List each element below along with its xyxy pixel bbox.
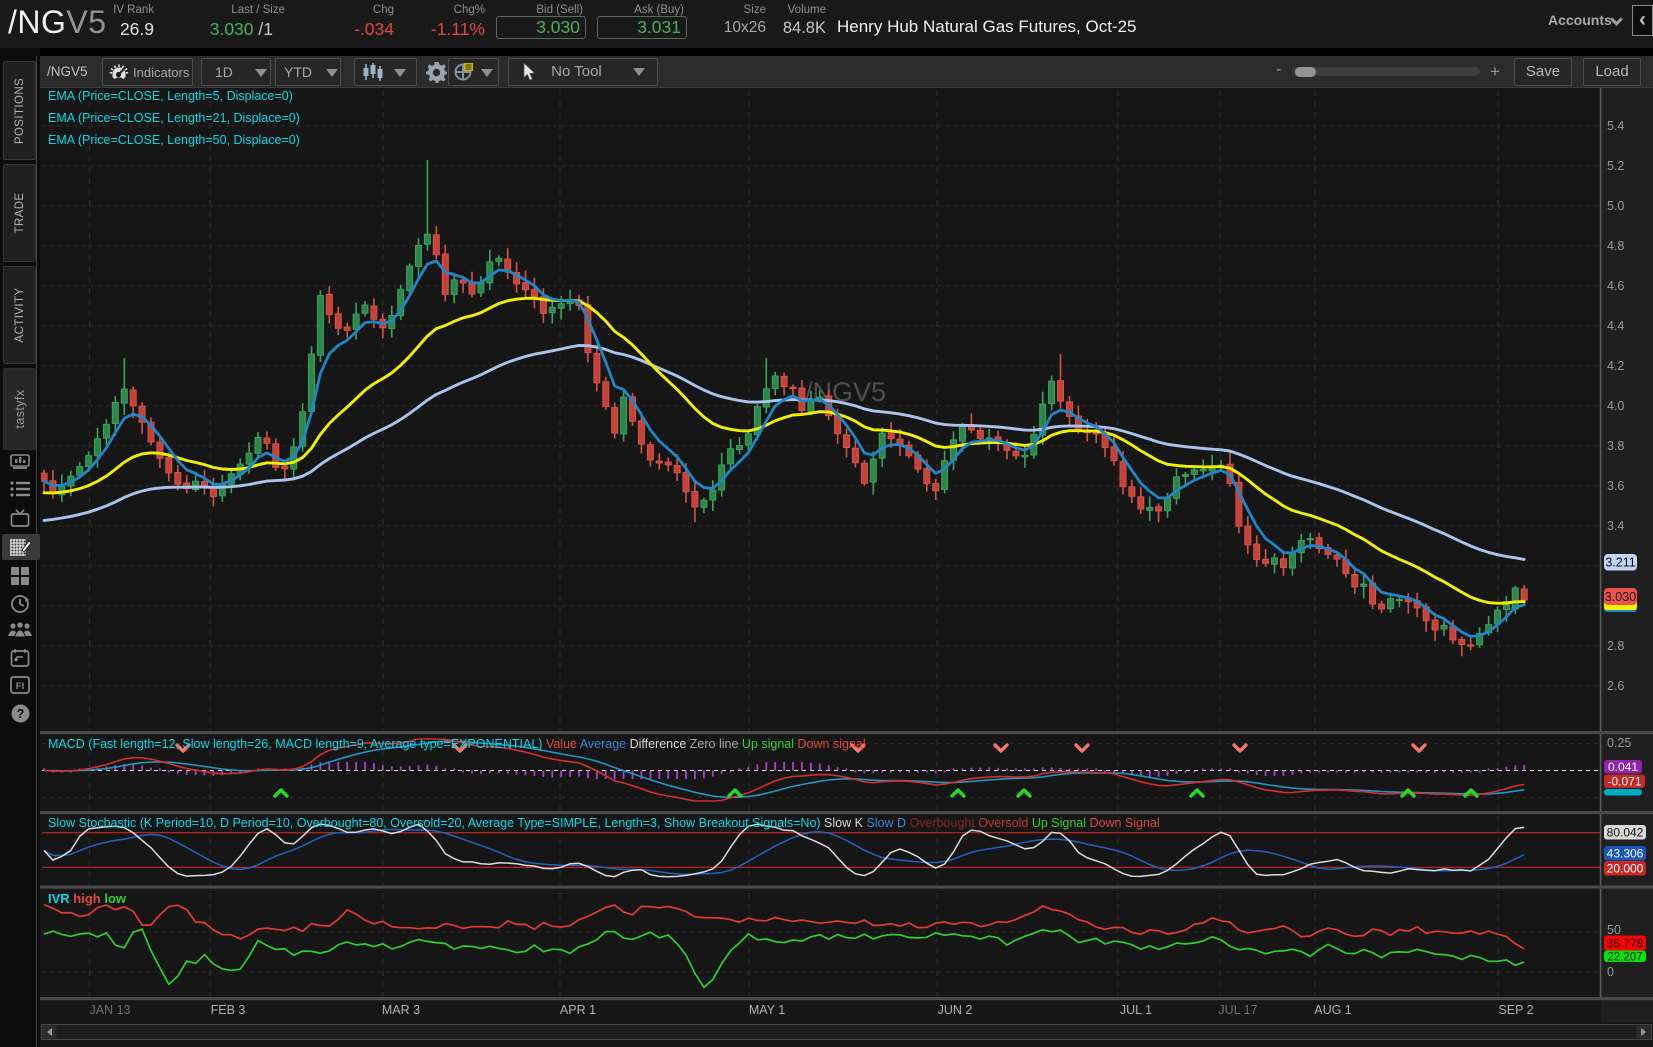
svg-text:Slow Stochastic (K Period=10,: Slow Stochastic (K Period=10, D Period=1… bbox=[48, 816, 1160, 830]
svg-text:20.000: 20.000 bbox=[1607, 862, 1644, 876]
svg-text:3.211: 3.211 bbox=[1605, 556, 1635, 570]
svg-text:MACD (Fast length=12, Slow len: MACD (Fast length=12, Slow length=26, MA… bbox=[48, 737, 866, 751]
svg-text:0.25: 0.25 bbox=[1607, 736, 1631, 750]
svg-text:3.030: 3.030 bbox=[1605, 590, 1636, 604]
svg-text:0.041: 0.041 bbox=[1608, 760, 1638, 774]
svg-text:50: 50 bbox=[1607, 923, 1621, 937]
svg-text:4.8: 4.8 bbox=[1607, 239, 1624, 253]
svg-text:MAR 3: MAR 3 bbox=[382, 1003, 420, 1017]
svg-text:AUG 1: AUG 1 bbox=[1314, 1003, 1352, 1017]
svg-text:22.207: 22.207 bbox=[1607, 952, 1642, 964]
svg-text:JUL 1: JUL 1 bbox=[1120, 1003, 1152, 1017]
svg-text:5.2: 5.2 bbox=[1607, 159, 1624, 173]
svg-text:4.6: 4.6 bbox=[1607, 279, 1624, 293]
svg-text:EMA (Price=CLOSE, Length=5, Di: EMA (Price=CLOSE, Length=5, Displace=0) bbox=[48, 89, 293, 103]
svg-text:FEB 3: FEB 3 bbox=[211, 1003, 246, 1017]
svg-text:43.306: 43.306 bbox=[1607, 847, 1644, 861]
svg-text:2.6: 2.6 bbox=[1607, 679, 1624, 693]
svg-text:APR 1: APR 1 bbox=[560, 1003, 596, 1017]
svg-text:5.0: 5.0 bbox=[1607, 199, 1624, 213]
svg-text:SEP 2: SEP 2 bbox=[1498, 1003, 1533, 1017]
svg-text:35.778: 35.778 bbox=[1607, 936, 1644, 950]
svg-text:4.0: 4.0 bbox=[1607, 399, 1624, 413]
svg-text:5.4: 5.4 bbox=[1607, 119, 1624, 133]
svg-text:JUN 2: JUN 2 bbox=[938, 1003, 973, 1017]
svg-text:EMA (Price=CLOSE, Length=21, D: EMA (Price=CLOSE, Length=21, Displace=0) bbox=[48, 111, 300, 125]
svg-text:EMA (Price=CLOSE, Length=50, D: EMA (Price=CLOSE, Length=50, Displace=0) bbox=[48, 133, 300, 147]
svg-text:JUL 17: JUL 17 bbox=[1218, 1003, 1257, 1017]
svg-text:80.042: 80.042 bbox=[1607, 826, 1644, 840]
svg-text:3.8: 3.8 bbox=[1607, 439, 1624, 453]
svg-text:JAN 13: JAN 13 bbox=[90, 1003, 131, 1017]
svg-text:-0.071: -0.071 bbox=[1607, 775, 1641, 789]
svg-text:4.4: 4.4 bbox=[1607, 319, 1624, 333]
svg-text:MAY 1: MAY 1 bbox=[749, 1003, 785, 1017]
svg-text:3.6: 3.6 bbox=[1607, 479, 1624, 493]
svg-text:4.2: 4.2 bbox=[1607, 359, 1624, 373]
svg-text:IVR high low: IVR high low bbox=[48, 891, 127, 906]
svg-text:2.8: 2.8 bbox=[1607, 639, 1624, 653]
svg-text:3.4: 3.4 bbox=[1607, 519, 1624, 533]
svg-text:0: 0 bbox=[1607, 965, 1614, 979]
